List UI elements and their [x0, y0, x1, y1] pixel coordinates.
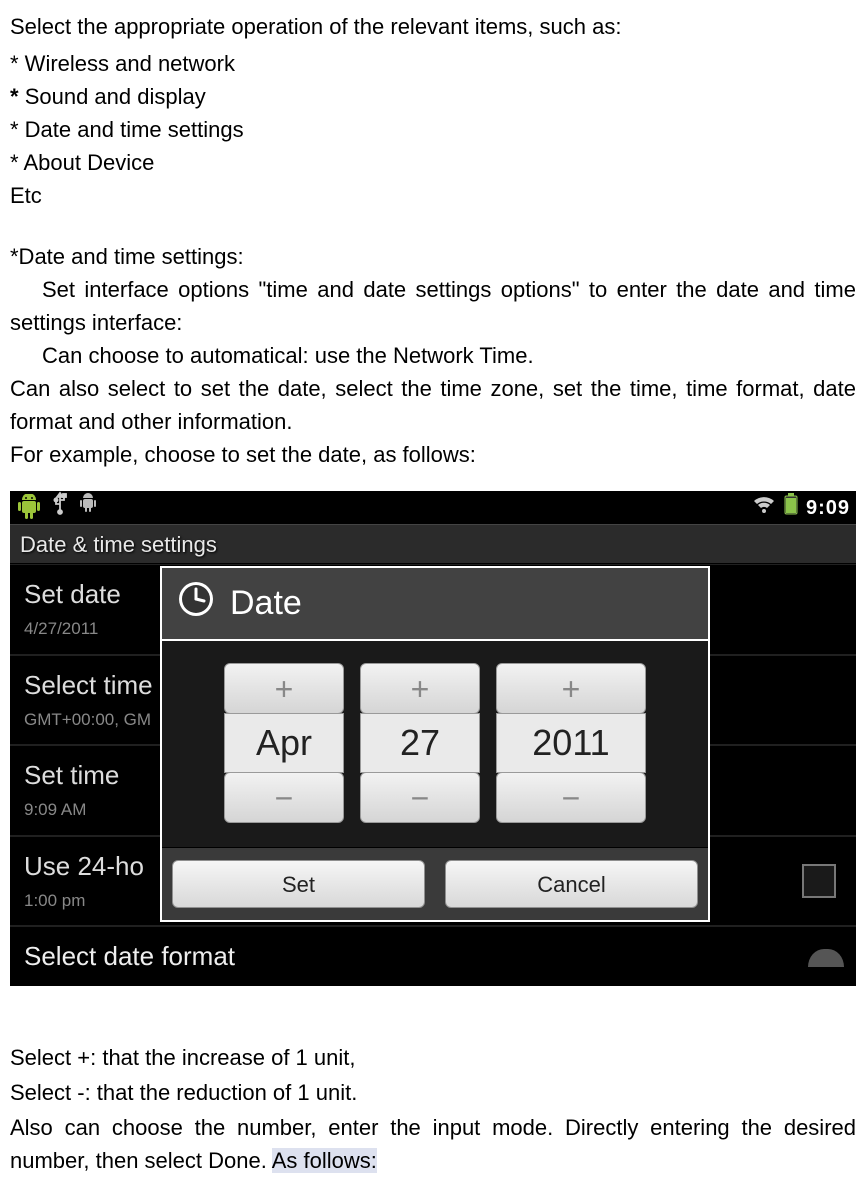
day-spinner: + 27 −	[360, 663, 480, 823]
clock-icon	[176, 579, 216, 628]
section-para: Can also select to set the date, select …	[10, 372, 856, 438]
settings-title-bar: Date & time settings	[10, 524, 856, 564]
month-value[interactable]: Apr	[224, 713, 344, 773]
day-minus-button[interactable]: −	[360, 772, 480, 823]
bullet-item: * About Device	[10, 146, 856, 179]
list-item-date-format[interactable]: Select date format	[10, 926, 856, 986]
bullet-list: * Wireless and network * Sound and displ…	[10, 47, 856, 212]
wifi-icon	[752, 491, 776, 524]
section-para: For example, choose to set the date, as …	[10, 438, 856, 471]
bullet-item: Etc	[10, 179, 856, 212]
date-picker-dialog: Date + Apr − + 27 − + 2011 −	[160, 566, 710, 922]
day-plus-button[interactable]: +	[360, 663, 480, 714]
follow-up-block: Select +: that the increase of 1 unit, S…	[10, 1041, 856, 1177]
bullet-text: Sound and display	[25, 84, 206, 109]
checkbox[interactable]	[802, 864, 836, 898]
year-plus-button[interactable]: +	[496, 663, 646, 714]
android-screenshot: 9:09 Date & time settings Set date 4/27/…	[10, 491, 856, 986]
date-spinners: + Apr − + 27 − + 2011 −	[224, 663, 646, 823]
set-button[interactable]: Set	[172, 860, 425, 908]
day-value[interactable]: 27	[360, 713, 480, 773]
bullet-item: * Wireless and network	[10, 47, 856, 80]
section-para: Can choose to automatical: use the Netwo…	[10, 339, 856, 372]
dialog-actions: Set Cancel	[162, 847, 708, 920]
text-span: Also can choose the number, enter the in…	[10, 1115, 856, 1173]
month-minus-button[interactable]: −	[224, 772, 344, 823]
settings-title: Date & time settings	[20, 528, 217, 561]
cancel-button[interactable]: Cancel	[445, 860, 698, 908]
list-item-title: Select date format	[24, 937, 842, 976]
text-line: Select +: that the increase of 1 unit,	[10, 1041, 856, 1074]
status-time: 9:09	[806, 493, 850, 523]
section-para: Set interface options "time and date set…	[10, 273, 856, 339]
year-spinner: + 2011 −	[496, 663, 646, 823]
intro-block: Select the appropriate operation of the …	[10, 10, 856, 212]
debug-icon	[78, 491, 98, 524]
bullet-item: * Sound and display	[10, 80, 856, 113]
month-plus-button[interactable]: +	[224, 663, 344, 714]
battery-icon	[784, 491, 798, 524]
bullet-prefix-bold: *	[10, 84, 25, 109]
bullet-item: * Date and time settings	[10, 113, 856, 146]
bugdroid-icon	[16, 494, 42, 522]
dialog-title-bar: Date	[162, 568, 708, 641]
text-line: Select -: that the reduction of 1 unit.	[10, 1076, 856, 1109]
dialog-title: Date	[230, 578, 302, 629]
date-time-section: *Date and time settings: Set interface o…	[10, 240, 856, 471]
usb-icon	[52, 491, 68, 524]
status-bar: 9:09	[10, 491, 856, 524]
month-spinner: + Apr −	[224, 663, 344, 823]
section-heading: *Date and time settings:	[10, 240, 856, 273]
year-minus-button[interactable]: −	[496, 772, 646, 823]
intro-line: Select the appropriate operation of the …	[10, 10, 856, 43]
highlighted-text: As follows:	[272, 1148, 377, 1173]
text-line: Also can choose the number, enter the in…	[10, 1111, 856, 1177]
year-value[interactable]: 2011	[496, 713, 646, 773]
dialog-body: + Apr − + 27 − + 2011 − Set Cancel	[162, 641, 708, 920]
